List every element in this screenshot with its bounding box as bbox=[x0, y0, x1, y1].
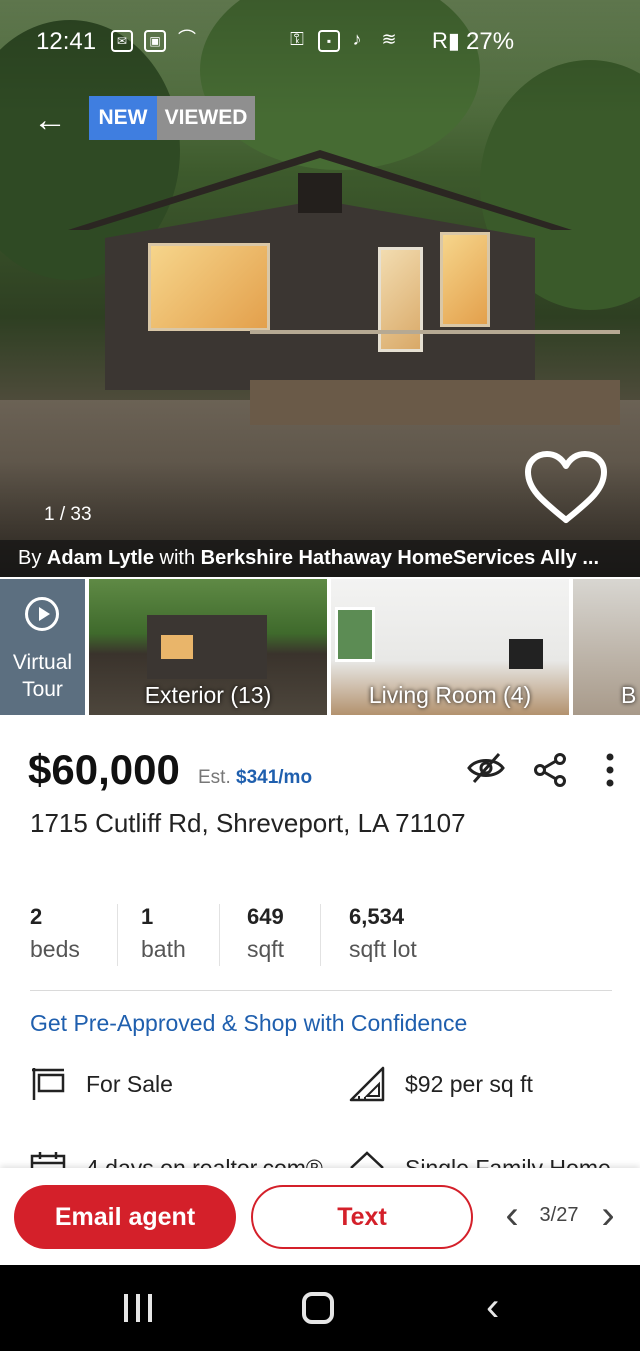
feature-days-listed: 4 days on realtor.com® bbox=[30, 1150, 330, 1168]
stat-lot: 6,534 sqft lot bbox=[349, 904, 417, 966]
stat-value: 2 bbox=[30, 904, 43, 929]
est-payment-value[interactable]: $341/mo bbox=[236, 767, 312, 788]
bottom-action-bar: Email agent Text ‹ 3/27 › bbox=[0, 1168, 640, 1265]
brokerage-name[interactable]: Berkshire Hathaway HomeServices Ally ... bbox=[201, 547, 599, 569]
badge-viewed: VIEWED bbox=[157, 96, 255, 140]
est-prefix: Est. bbox=[198, 767, 231, 788]
lock-icon: ▪ bbox=[318, 30, 340, 52]
feature-text: For Sale bbox=[86, 1071, 173, 1097]
listing-pager-count: 3/27 bbox=[539, 1204, 579, 1226]
gallery-icon: ▣ bbox=[144, 30, 166, 52]
badge-new: NEW bbox=[89, 96, 157, 140]
stat-beds: 2 beds bbox=[30, 904, 80, 966]
stat-label: bath bbox=[141, 936, 186, 962]
thumbnail-living-room[interactable]: Living Room (4) bbox=[331, 579, 569, 715]
stat-value: 6,534 bbox=[349, 904, 405, 929]
thumbnail-caption: B bbox=[621, 682, 637, 708]
play-icon bbox=[25, 597, 59, 631]
agent-name[interactable]: Adam Lytle bbox=[47, 547, 154, 569]
stat-divider bbox=[320, 904, 321, 966]
battery-level: 27% bbox=[466, 28, 515, 55]
house-outline-icon bbox=[350, 1151, 384, 1168]
listing-price: $60,000 bbox=[28, 746, 180, 793]
thumbnail-exterior[interactable]: Exterior (13) bbox=[89, 579, 327, 715]
mute-icon: ♪ bbox=[352, 29, 362, 49]
preapproval-link[interactable]: Get Pre-Approved & Shop with Confidence bbox=[30, 1010, 467, 1037]
feature-text: 4 days on realtor.com® bbox=[86, 1155, 323, 1168]
thumb-tv bbox=[509, 639, 543, 669]
signal-icon: R▮ bbox=[432, 28, 460, 53]
calendar-icon bbox=[30, 1152, 66, 1168]
arrow-left-icon[interactable]: ← bbox=[30, 100, 70, 140]
thumb-window bbox=[161, 635, 193, 659]
stat-value: 649 bbox=[247, 904, 284, 929]
ruler-triangle-icon bbox=[349, 1066, 385, 1102]
more-vertical-icon[interactable] bbox=[598, 752, 622, 788]
chevron-left-icon[interactable]: ‹ bbox=[500, 1195, 524, 1236]
thumbnail-caption: Living Room (4) bbox=[368, 682, 532, 708]
chevron-right-icon[interactable]: › bbox=[596, 1195, 620, 1236]
email-agent-button[interactable]: Email agent bbox=[14, 1185, 236, 1249]
attribution-prefix: By bbox=[18, 547, 42, 569]
cloud-icon: ⌒ bbox=[178, 29, 196, 49]
status-time: 12:41 bbox=[36, 28, 97, 55]
section-divider bbox=[30, 990, 612, 991]
heart-outline-icon[interactable] bbox=[524, 450, 608, 526]
photo-counter: 1 / 33 bbox=[44, 504, 92, 525]
hide-eye-icon[interactable] bbox=[466, 750, 506, 786]
thumb-window bbox=[335, 607, 375, 662]
stat-label: sqft bbox=[247, 936, 285, 962]
stat-divider bbox=[219, 904, 220, 966]
text-agent-button[interactable]: Text bbox=[251, 1185, 473, 1249]
listing-address: 1715 Cutliff Rd, Shreveport, LA 71107 bbox=[30, 808, 466, 838]
feature-price-per-sqft: $92 per sq ft bbox=[349, 1066, 609, 1106]
estimated-payment[interactable]: Est. $341/mo bbox=[198, 767, 312, 789]
feature-status: For Sale bbox=[30, 1066, 290, 1106]
photo-thumbnail-strip[interactable]: Virtual Tour Exterior (13) Living Room (… bbox=[0, 577, 640, 715]
feature-property-type: Single Family Home bbox=[349, 1150, 639, 1168]
listing-attribution: By Adam Lytle with Berkshire Hathaway Ho… bbox=[0, 540, 640, 577]
feature-text: Single Family Home bbox=[405, 1155, 611, 1168]
back-chevron-icon[interactable]: ‹ bbox=[486, 1287, 510, 1327]
virtual-tour-button[interactable]: Virtual Tour bbox=[0, 579, 85, 715]
notification-icon: ✉ bbox=[111, 30, 133, 52]
key-icon: ⚿ bbox=[290, 29, 304, 49]
share-icon[interactable] bbox=[532, 752, 568, 788]
feature-text: $92 per sq ft bbox=[405, 1071, 533, 1097]
home-icon[interactable] bbox=[302, 1292, 334, 1324]
stat-label: beds bbox=[30, 936, 80, 962]
features-row-partial: 4 days on realtor.com® Single Family Hom… bbox=[0, 1140, 640, 1168]
stat-label: sqft lot bbox=[349, 936, 417, 962]
stat-bath: 1 bath bbox=[141, 904, 186, 966]
virtual-tour-label: Virtual Tour bbox=[12, 651, 73, 701]
attribution-mid: with bbox=[159, 547, 196, 569]
stat-sqft: 649 sqft bbox=[247, 904, 284, 966]
sale-sign-icon bbox=[32, 1068, 65, 1100]
stat-divider bbox=[117, 904, 118, 966]
status-bar: 12:41 ✉ ▣ ⌒ ⚿ ▪ ♪ ≋ R▮ 27% bbox=[0, 22, 640, 62]
stat-value: 1 bbox=[141, 904, 154, 929]
thumbnail-bedroom[interactable]: B bbox=[573, 579, 640, 715]
wifi-icon: ≋ bbox=[381, 29, 397, 49]
recents-icon[interactable] bbox=[122, 1294, 154, 1322]
thumbnail-caption: Exterior (13) bbox=[144, 682, 272, 708]
system-nav-bar: ‹ bbox=[0, 1265, 640, 1351]
